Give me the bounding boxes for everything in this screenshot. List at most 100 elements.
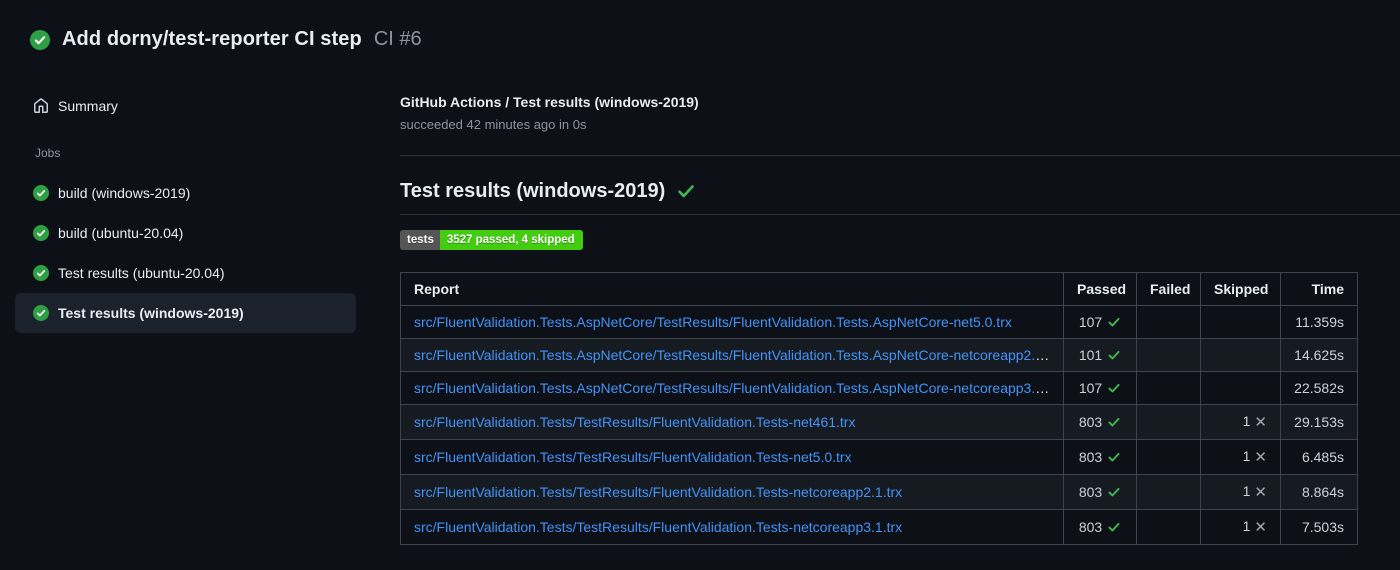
passed-count: 803 [1078, 449, 1103, 465]
results-table: Report Passed Failed Skipped Time src/Fl… [400, 272, 1358, 545]
time-value: 14.625s [1280, 338, 1358, 372]
column-header-passed: Passed [1063, 272, 1137, 306]
job-label: Test results (windows-2019) [58, 305, 244, 321]
check-run-title: GitHub Actions / Test results (windows-2… [400, 94, 699, 110]
passed-check-icon [1108, 317, 1120, 327]
sidebar-item-summary[interactable]: Summary [15, 88, 356, 124]
sidebar-item-job[interactable]: build (windows-2019) [15, 173, 356, 213]
badge-label: tests [400, 230, 440, 250]
time-value: 29.153s [1280, 404, 1358, 440]
skipped-count: 1 [1242, 413, 1251, 429]
skipped-cell: ✕ [1200, 338, 1281, 372]
heading-success-check-icon [678, 185, 695, 198]
passed-check-icon [1108, 452, 1120, 462]
failed-cell [1136, 474, 1201, 510]
passed-cell: 107 [1063, 371, 1137, 405]
failed-cell [1136, 404, 1201, 440]
report-cell: src/FluentValidation.Tests/TestResults/F… [400, 474, 1064, 510]
passed-count: 107 [1078, 380, 1103, 396]
job-label: build (windows-2019) [58, 185, 191, 201]
failed-cell [1136, 338, 1201, 372]
job-success-icon [33, 185, 49, 201]
table-row: src/FluentValidation.Tests.AspNetCore/Te… [400, 371, 1358, 405]
report-cell: src/FluentValidation.Tests.AspNetCore/Te… [400, 338, 1064, 372]
report-link[interactable]: src/FluentValidation.Tests/TestResults/F… [414, 414, 855, 430]
passed-check-icon [1108, 383, 1120, 393]
passed-cell: 803 [1063, 439, 1137, 475]
passed-check-icon [1108, 522, 1120, 532]
time-value: 11.359s [1280, 305, 1358, 339]
skipped-count: 1 [1242, 483, 1251, 499]
failed-cell [1136, 439, 1201, 475]
workflow-run-title: Add dorny/test-reporter CI step [62, 28, 362, 50]
passed-check-icon [1108, 487, 1120, 497]
time-value: 8.864s [1280, 474, 1358, 510]
column-header-report: Report [400, 272, 1064, 306]
column-header-failed: Failed [1136, 272, 1201, 306]
passed-count: 803 [1078, 484, 1103, 500]
passed-check-icon [1108, 350, 1120, 360]
header-divider [400, 155, 1400, 156]
failed-cell [1136, 371, 1201, 405]
table-row: src/FluentValidation.Tests/TestResults/F… [400, 509, 1358, 545]
jobs-list: build (windows-2019) build (ubuntu-20.04… [15, 173, 356, 333]
passed-cell: 803 [1063, 509, 1137, 545]
report-cell: src/FluentValidation.Tests/TestResults/F… [400, 439, 1064, 475]
passed-cell: 803 [1063, 404, 1137, 440]
report-link[interactable]: src/FluentValidation.Tests/TestResults/F… [414, 449, 852, 465]
skipped-x-icon: ✕ [1254, 484, 1267, 501]
job-label: build (ubuntu-20.04) [58, 225, 184, 241]
table-row: src/FluentValidation.Tests/TestResults/F… [400, 474, 1358, 510]
passed-cell: 101 [1063, 338, 1137, 372]
report-link[interactable]: src/FluentValidation.Tests.AspNetCore/Te… [414, 347, 1062, 363]
passed-count: 101 [1078, 347, 1103, 363]
time-value: 7.503s [1280, 509, 1358, 545]
report-cell: src/FluentValidation.Tests.AspNetCore/Te… [400, 305, 1064, 339]
time-value: 6.485s [1280, 439, 1358, 475]
sidebar-item-job[interactable]: build (ubuntu-20.04) [15, 213, 356, 253]
skipped-cell: 1 ✕ [1200, 404, 1281, 440]
job-success-icon [33, 305, 49, 321]
job-success-icon [33, 265, 49, 281]
success-check-circle-icon [30, 29, 50, 50]
badge-value: 3527 passed, 4 skipped [439, 230, 583, 250]
table-row: src/FluentValidation.Tests/TestResults/F… [400, 404, 1358, 440]
sidebar-item-job[interactable]: Test results (ubuntu-20.04) [15, 253, 356, 293]
job-label: Test results (ubuntu-20.04) [58, 265, 225, 281]
report-link[interactable]: src/FluentValidation.Tests/TestResults/F… [414, 519, 902, 535]
skipped-x-icon: ✕ [1254, 414, 1267, 431]
column-header-time: Time [1280, 272, 1358, 306]
skipped-x-icon: ✕ [1254, 449, 1267, 466]
jobs-sidebar: Summary Jobs build (windows-2019) build … [15, 88, 356, 333]
report-cell: src/FluentValidation.Tests/TestResults/F… [400, 509, 1064, 545]
skipped-x-icon: ✕ [1254, 519, 1267, 536]
home-icon [34, 98, 48, 113]
report-link[interactable]: src/FluentValidation.Tests.AspNetCore/Te… [414, 314, 1012, 330]
tests-badge: tests 3527 passed, 4 skipped [400, 230, 583, 250]
report-link[interactable]: src/FluentValidation.Tests.AspNetCore/Te… [414, 380, 1062, 396]
skipped-cell: ✕ [1200, 305, 1281, 339]
passed-count: 107 [1078, 314, 1103, 330]
time-value: 22.582s [1280, 371, 1358, 405]
check-run-panel: GitHub Actions / Test results (windows-2… [400, 92, 1400, 545]
skipped-cell: 1 ✕ [1200, 474, 1281, 510]
skipped-count: 1 [1242, 448, 1251, 464]
skipped-cell: 1 ✕ [1200, 509, 1281, 545]
passed-check-icon [1108, 417, 1120, 427]
failed-cell [1136, 509, 1201, 545]
table-row: src/FluentValidation.Tests.AspNetCore/Te… [400, 305, 1358, 339]
jobs-section-label: Jobs [35, 146, 61, 160]
report-heading-text: Test results (windows-2019) [400, 180, 666, 202]
column-header-skipped: Skipped [1200, 272, 1281, 306]
failed-cell [1136, 305, 1201, 339]
report-heading: Test results (windows-2019) [400, 176, 1400, 215]
report-cell: src/FluentValidation.Tests/TestResults/F… [400, 404, 1064, 440]
report-link[interactable]: src/FluentValidation.Tests/TestResults/F… [414, 484, 902, 500]
workflow-run-number: CI #6 [373, 28, 422, 50]
skipped-count: 1 [1242, 518, 1251, 534]
passed-cell: 107 [1063, 305, 1137, 339]
passed-cell: 803 [1063, 474, 1137, 510]
sidebar-item-job[interactable]: Test results (windows-2019) [15, 293, 356, 333]
passed-count: 803 [1078, 519, 1103, 535]
passed-count: 803 [1078, 414, 1103, 430]
